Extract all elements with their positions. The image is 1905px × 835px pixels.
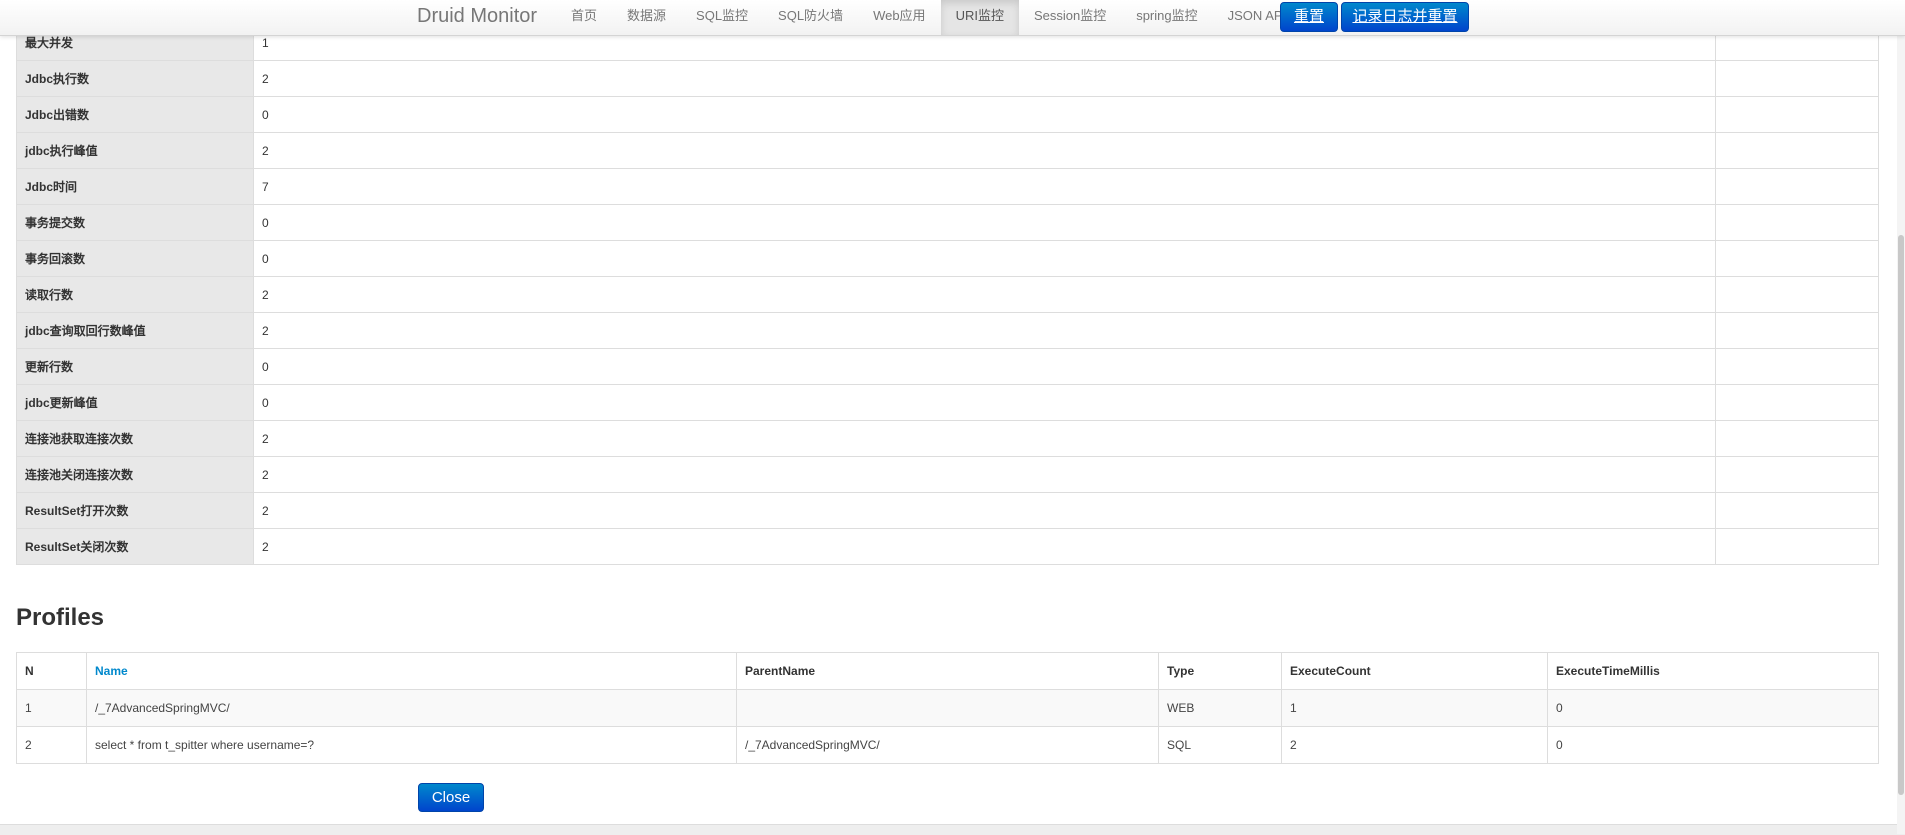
stat-extra-cell [1715,528,1879,565]
profile-cell [736,689,1159,727]
stat-extra-cell [1715,204,1879,241]
stat-value: 2 [253,420,1716,457]
stat-label: jdbc查询取回行数峰值 [16,312,254,349]
stat-value: 2 [253,492,1716,529]
page-bottom-strip [0,824,1905,835]
stat-value: 2 [253,132,1716,169]
stat-label: 读取行数 [16,276,254,313]
nav-web-app[interactable]: Web应用 [858,0,941,35]
stat-label: Jdbc执行数 [16,60,254,97]
stat-label: 事务提交数 [16,204,254,241]
profile-cell: 2 [1281,726,1548,764]
stat-extra-cell [1715,240,1879,277]
stat-label: 连接池获取连接次数 [16,420,254,457]
col-header-executecount[interactable]: ExecuteCount [1281,652,1548,690]
stat-value: 2 [253,456,1716,493]
col-header-n[interactable]: N [16,652,87,690]
col-header-name[interactable]: Name [86,652,737,690]
profile-cell: WEB [1158,689,1282,727]
profile-cell: /_7AdvancedSpringMVC/ [736,726,1159,764]
stat-table-body: 最大并发 1 Jdbc执行数 2 Jdbc出错数 0 jdbc执行峰值 2 Jdbc时间 7 事务提… [16,24,1879,565]
stat-label: jdbc更新峰值 [16,384,254,421]
stat-extra-cell [1715,168,1879,205]
profile-row: 1/_7AdvancedSpringMVC/WEB 1 0 [16,689,1879,727]
stat-value: 0 [253,384,1716,421]
stat-row: 事务回滚数 0 [16,240,1879,277]
uri-stat-table: 最大并发 1 Jdbc执行数 2 Jdbc出错数 0 jdbc执行峰值 2 Jdbc时间 7 事务提… [16,24,1879,565]
profiles-table-body: 1/_7AdvancedSpringMVC/WEB 1 0 2 select * fro… [16,689,1879,764]
nav-uri-monitor[interactable]: URI监控 [940,0,1019,35]
stat-row: ResultSet打开次数 2 [16,492,1879,529]
stat-label: ResultSet关闭次数 [16,528,254,565]
stat-row: ResultSet关闭次数 2 [16,528,1879,565]
stat-extra-cell [1715,312,1879,349]
main-nav: 首页 数据源 SQL监控 SQL防火墙 Web应用 URI监控 Session监… [556,0,1301,35]
stat-row: Jdbc执行数 2 [16,60,1879,97]
top-navbar: Druid Monitor 首页 数据源 SQL监控 SQL防火墙 Web应用 … [0,0,1905,36]
stat-row: 事务提交数 0 [16,204,1879,241]
vertical-scrollbar[interactable] [1897,0,1905,834]
brand-link[interactable]: Druid Monitor [417,5,537,28]
stat-row: Jdbc出错数 0 [16,96,1879,133]
stat-row: jdbc查询取回行数峰值 2 [16,312,1879,349]
stat-value: 2 [253,276,1716,313]
profile-cell: 0 [1547,689,1879,727]
stat-value: 0 [253,204,1716,241]
profile-cell: 1 [1281,689,1548,727]
col-header-type[interactable]: Type [1158,652,1282,690]
nav-session-monitor[interactable]: Session监控 [1019,0,1121,35]
stat-extra-cell [1715,348,1879,385]
stat-row: 连接池关闭连接次数 2 [16,456,1879,493]
stat-row: 更新行数 0 [16,348,1879,385]
nav-sql-monitor[interactable]: SQL监控 [681,0,763,35]
stat-label: jdbc执行峰值 [16,132,254,169]
stat-extra-cell [1715,420,1879,457]
stat-row: jdbc执行峰值 2 [16,132,1879,169]
stat-extra-cell [1715,132,1879,169]
nav-spring-monitor[interactable]: spring监控 [1121,0,1212,35]
stat-label: 连接池关闭连接次数 [16,456,254,493]
stat-row: Jdbc时间 7 [16,168,1879,205]
scrollbar-thumb[interactable] [1898,235,1904,795]
profile-cell: 1 [16,689,87,727]
stat-extra-cell [1715,276,1879,313]
stat-label: ResultSet打开次数 [16,492,254,529]
stat-label: Jdbc时间 [16,168,254,205]
stat-extra-cell [1715,96,1879,133]
stat-value: 0 [253,348,1716,385]
stat-value: 2 [253,528,1716,565]
stat-row: 连接池获取连接次数 2 [16,420,1879,457]
profile-cell: 2 [16,726,87,764]
col-header-parentname[interactable]: ParentName [736,652,1159,690]
col-header-executetimemillis[interactable]: ExecuteTimeMillis [1547,652,1879,690]
profile-cell: 0 [1547,726,1879,764]
stat-extra-cell [1715,456,1879,493]
profile-cell: select * from t_spitter where username=? [86,726,737,764]
stat-value: 0 [253,240,1716,277]
reset-button[interactable]: 重置 [1280,2,1338,32]
profile-cell: /_7AdvancedSpringMVC/ [86,689,737,727]
stat-value: 2 [253,312,1716,349]
profiles-table: N Name ParentName Type ExecuteCount Exec… [16,652,1879,764]
nav-home[interactable]: 首页 [556,0,612,35]
profiles-header-row: N Name ParentName Type ExecuteCount Exec… [16,652,1879,690]
nav-datasource[interactable]: 数据源 [612,0,681,35]
nav-sql-firewall[interactable]: SQL防火墙 [763,0,858,35]
stat-value: 2 [253,60,1716,97]
stat-label: Jdbc出错数 [16,96,254,133]
profile-cell: SQL [1158,726,1282,764]
profile-row: 2 select * from t_spitter where username=… [16,726,1879,764]
stat-row: 读取行数 2 [16,276,1879,313]
profiles-heading: Profiles [16,604,105,631]
stat-label: 事务回滚数 [16,240,254,277]
log-and-reset-button[interactable]: 记录日志并重置 [1341,2,1469,32]
stat-value: 0 [253,96,1716,133]
stat-extra-cell [1715,384,1879,421]
stat-value: 7 [253,168,1716,205]
stat-extra-cell [1715,492,1879,529]
stat-label: 更新行数 [16,348,254,385]
close-button[interactable]: Close [418,783,484,812]
stat-row: jdbc更新峰值 0 [16,384,1879,421]
stat-extra-cell [1715,60,1879,97]
